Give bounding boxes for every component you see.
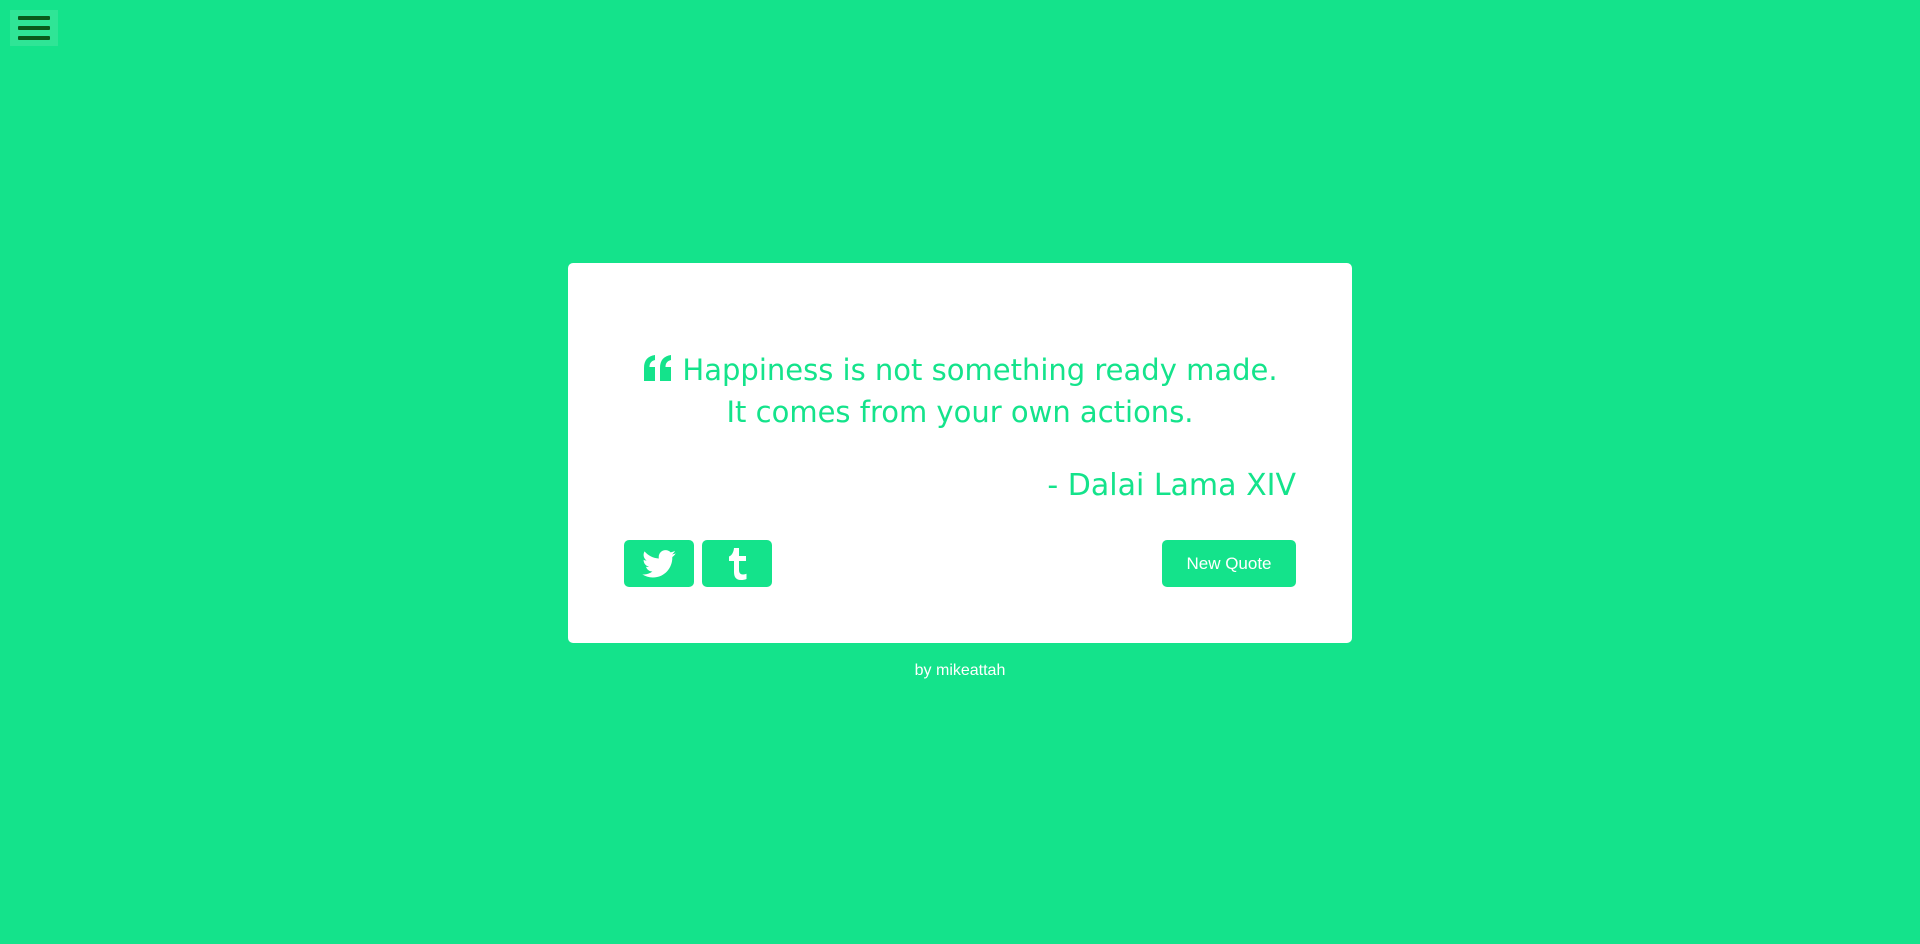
menu-button[interactable] xyxy=(10,10,58,46)
tweet-quote-button[interactable] xyxy=(624,540,694,587)
page: { "colors": { "background": "#14e38b", "… xyxy=(0,0,1920,944)
tumblr-icon xyxy=(729,547,747,580)
quote-left-icon xyxy=(644,355,672,381)
twitter-icon xyxy=(642,549,676,577)
credit-line: by mikeattah xyxy=(0,660,1920,682)
author-link[interactable]: mikeattah xyxy=(936,662,1005,679)
tumblr-share-button[interactable] xyxy=(702,540,772,587)
quote-author: - Dalai Lama XIV xyxy=(1047,468,1296,503)
quote-card: Happiness is not something ready made. I… xyxy=(568,263,1352,643)
quote-text-block: Happiness is not something ready made. I… xyxy=(642,349,1278,433)
new-quote-button[interactable]: New Quote xyxy=(1162,540,1296,587)
hamburger-menu-icon-bar-middle xyxy=(18,26,50,30)
hamburger-menu-icon-bar-bottom xyxy=(18,36,50,40)
credit-prefix: by xyxy=(914,662,936,679)
quote-text: Happiness is not something ready made. I… xyxy=(682,353,1278,429)
hamburger-menu-icon-bar-top xyxy=(18,16,50,20)
